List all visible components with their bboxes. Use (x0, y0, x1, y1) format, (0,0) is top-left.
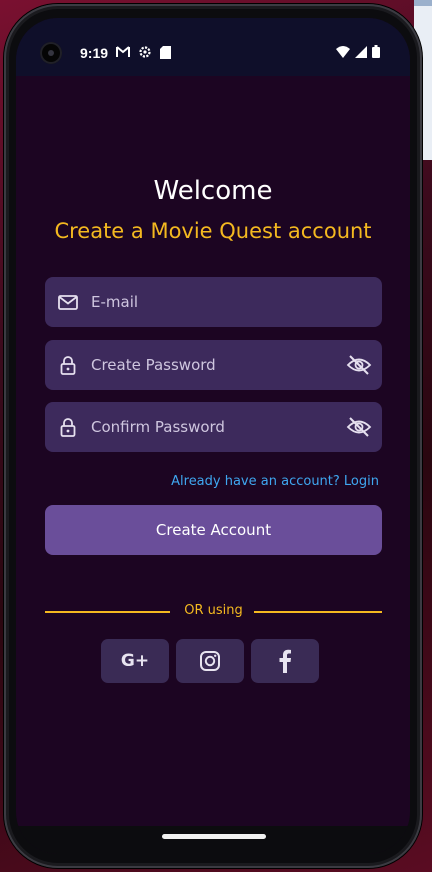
google-plus-icon: G+ (120, 651, 150, 671)
status-system-icons (336, 45, 380, 58)
lock-icon (60, 418, 76, 437)
wifi-icon (336, 45, 350, 58)
divider-line-right (254, 611, 382, 613)
settings-icon (139, 46, 151, 58)
or-divider: OR using (45, 603, 382, 621)
email-field[interactable] (45, 277, 382, 327)
welcome-title: Welcome (153, 176, 273, 206)
page-subtitle: Create a Movie Quest account (54, 219, 372, 243)
home-gesture-handle[interactable] (162, 834, 266, 839)
confirm-password-field[interactable] (45, 402, 382, 452)
instagram-icon (200, 651, 220, 671)
email-input[interactable] (89, 281, 382, 323)
login-link[interactable]: Already have an account? Login (171, 474, 379, 489)
battery-icon (372, 45, 380, 58)
background-window-bar (414, 0, 432, 6)
lock-icon (60, 356, 76, 375)
gmail-icon (116, 46, 130, 57)
eye-off-icon[interactable] (346, 416, 372, 438)
eye-off-icon[interactable] (346, 354, 372, 376)
status-notification-icons (116, 45, 171, 59)
create-account-button[interactable]: Create Account (45, 505, 382, 555)
google-login-button[interactable]: G+ (101, 639, 169, 683)
signal-icon (355, 45, 367, 58)
facebook-login-button[interactable] (251, 639, 319, 683)
app-screen: 9:19 Welcome Create a Movie Quest accoun… (16, 18, 410, 854)
instagram-login-button[interactable] (176, 639, 244, 683)
password-input[interactable] (89, 344, 346, 386)
phone-frame: 9:19 Welcome Create a Movie Quest accoun… (4, 4, 422, 868)
status-time: 9:19 (80, 45, 109, 61)
navigation-bar (16, 826, 410, 854)
password-field[interactable] (45, 340, 382, 390)
status-bar: 9:19 (16, 18, 410, 76)
mail-icon (58, 295, 78, 310)
sd-card-icon (160, 45, 171, 59)
facebook-icon (279, 649, 291, 673)
confirm-password-input[interactable] (89, 406, 346, 448)
front-camera (40, 42, 62, 64)
